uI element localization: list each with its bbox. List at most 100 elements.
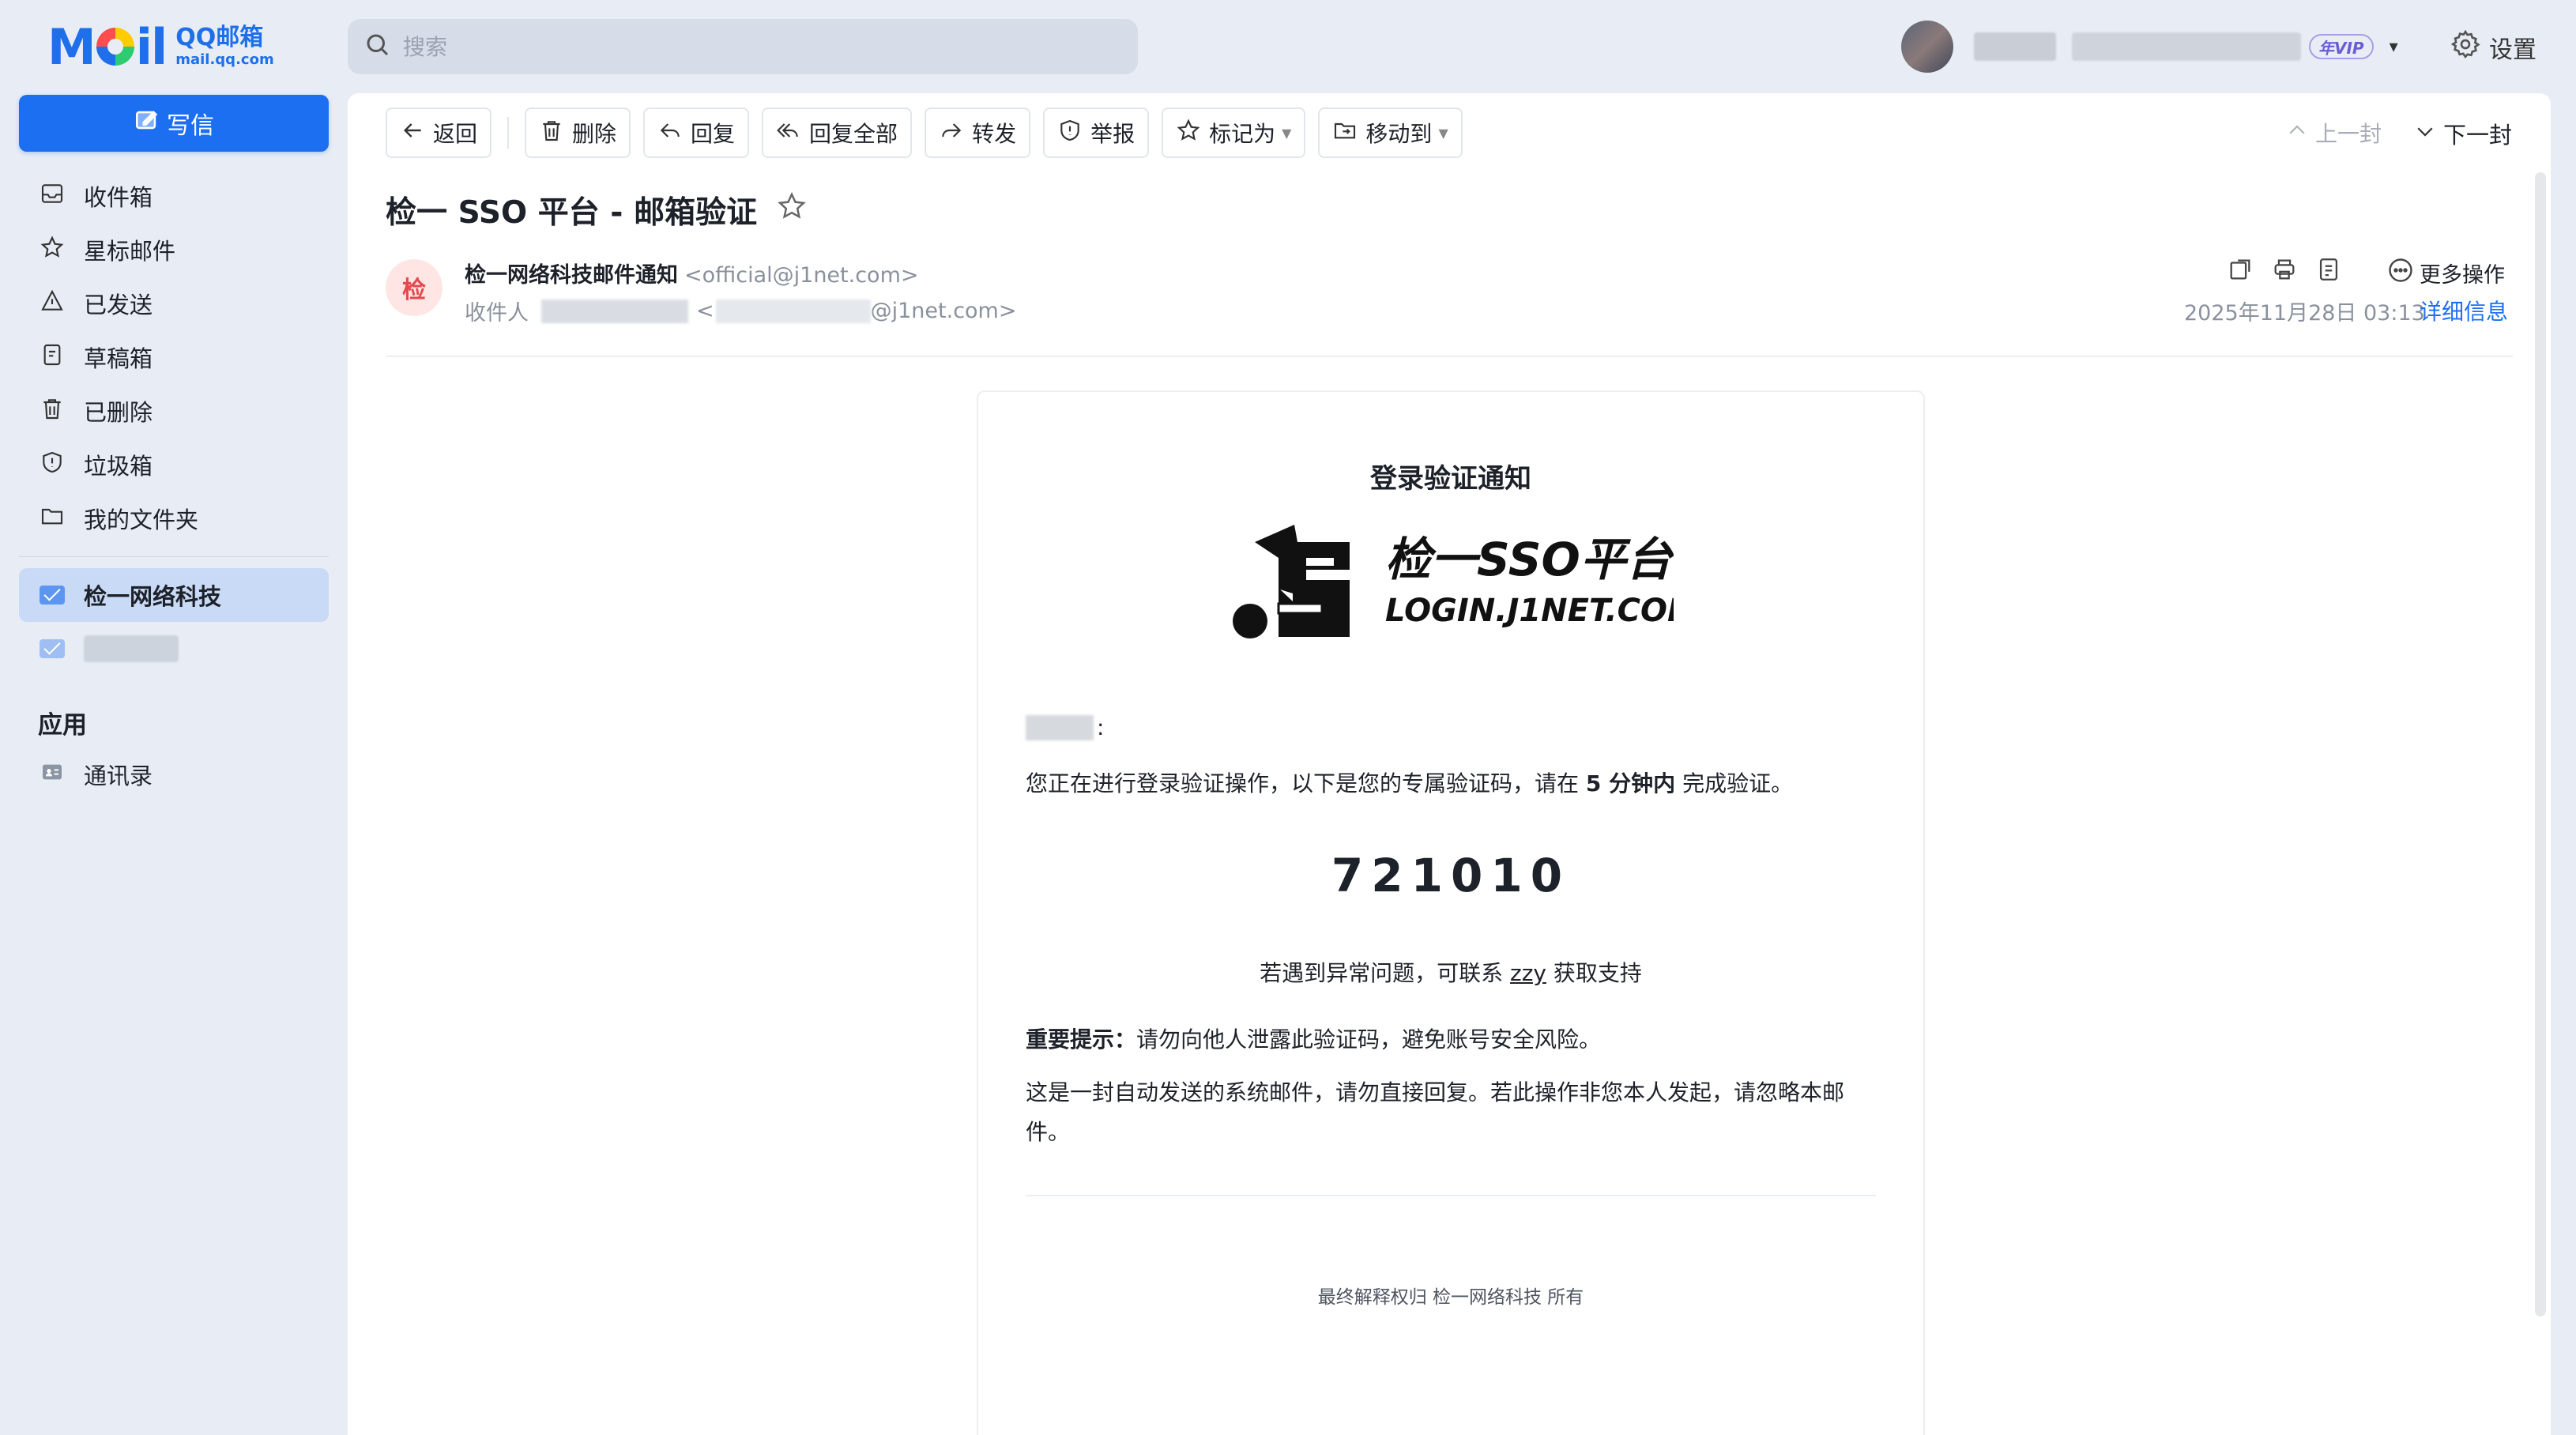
sidebar-item-contacts[interactable]: 通讯录 xyxy=(19,748,329,801)
scrollbar[interactable] xyxy=(2535,172,2546,1316)
sidebar-item-account-redacted[interactable] xyxy=(19,622,329,676)
divider xyxy=(386,356,2513,357)
report-button[interactable]: 举报 xyxy=(1043,107,1150,158)
compose-icon xyxy=(134,107,167,140)
more-actions-label: 更多操作 xyxy=(2420,263,2505,288)
chevron-down-icon xyxy=(2413,119,2443,149)
recipient-name-redacted xyxy=(541,299,688,323)
mail-toolbar: 返回 删除 回复 回复全部 转发 举报 标记为 ▼ 移动到 ▼ xyxy=(386,107,1475,158)
email-datetime: 2025年11月28日 03:13 xyxy=(2184,301,2425,326)
divider xyxy=(19,556,329,557)
contacts-icon xyxy=(40,759,84,790)
move-to-dropdown[interactable]: 移动到 ▼ xyxy=(1318,107,1463,158)
sidebar-item-label: 检一网络科技 xyxy=(84,583,222,610)
back-button[interactable]: 返回 xyxy=(386,107,492,158)
mail-account-icon xyxy=(40,639,65,658)
details-link[interactable]: 详细信息 xyxy=(2420,295,2508,326)
settings-label: 设置 xyxy=(2489,36,2536,64)
avatar[interactable] xyxy=(1901,21,1953,73)
divider xyxy=(507,117,510,149)
sidebar-item-spam[interactable]: 垃圾箱 xyxy=(19,438,329,492)
sender-info[interactable]: 检一网络科技邮件通知 <official@j1net.com> xyxy=(465,258,919,288)
more-actions-button[interactable]: 更多操作 xyxy=(2386,256,2505,290)
sidebar-item-drafts[interactable]: 草稿箱 xyxy=(19,330,329,384)
greeting: : xyxy=(1026,714,1104,740)
user-account[interactable]: 年VIP ▾ xyxy=(1901,21,2398,73)
sidebar-item-my-folders[interactable]: 我的文件夹 xyxy=(19,492,329,545)
mail-account-icon xyxy=(40,586,65,605)
mark-as-dropdown[interactable]: 标记为 ▼ xyxy=(1162,107,1306,158)
sender-email: <official@j1net.com> xyxy=(684,263,919,288)
recipient-email-redacted xyxy=(715,299,871,323)
recipient-email-domain: @j1net.com> xyxy=(870,299,1017,323)
sidebar-item-label: 已删除 xyxy=(84,399,153,426)
intro-text: 您正在进行登录验证操作，以下是您的专属验证码，请在 5 分钟内 完成验证。 xyxy=(1026,770,1794,797)
print-icon[interactable] xyxy=(2271,256,2315,286)
trash-icon xyxy=(40,396,84,427)
brand-dot xyxy=(1233,604,1267,638)
logo-mail-wordmark: Mil xyxy=(47,17,168,76)
next-mail-button[interactable]: 下一封 xyxy=(2413,117,2512,150)
compose-button[interactable]: 写信 xyxy=(19,95,329,152)
report-label: 举报 xyxy=(1090,121,1135,147)
sidebar-item-label: 草稿箱 xyxy=(84,345,153,372)
chevron-up-icon xyxy=(2285,119,2315,148)
search-bar[interactable] xyxy=(348,19,1138,74)
logo-domain: mail.qq.com xyxy=(175,51,274,68)
sidebar-item-inbox[interactable]: 收件箱 xyxy=(19,169,329,223)
user-name-redacted xyxy=(1974,32,2056,61)
sso-brand-logo: 检一SSO平台 LOGIN.J1NET.COM xyxy=(1233,525,1674,638)
back-label: 返回 xyxy=(433,121,478,147)
search-input[interactable] xyxy=(403,33,1114,60)
email-body-card: 登录验证通知 检一SSO平台 LOGIN.J1NET.COM : 您正在进行登录… xyxy=(977,390,1925,1435)
important-label: 重要提示： xyxy=(1026,1026,1137,1053)
star-toggle-icon[interactable] xyxy=(757,190,808,230)
recipient-label: 收件人 xyxy=(465,301,529,326)
search-icon xyxy=(363,31,392,62)
important-notice: 重要提示：请勿向他人泄露此验证码，避免账号安全风险。 xyxy=(1026,1026,1602,1053)
note-icon[interactable] xyxy=(2315,256,2359,286)
star-icon xyxy=(1176,118,1209,149)
folder-move-icon xyxy=(1332,118,1365,149)
sidebar-item-deleted[interactable]: 已删除 xyxy=(19,384,329,438)
reply-button[interactable]: 回复 xyxy=(643,107,750,158)
recipient-info: 收件人 < @j1net.com> xyxy=(465,296,1017,326)
draft-icon xyxy=(40,342,84,373)
arrow-left-icon xyxy=(400,118,433,149)
sidebar-item-starred[interactable]: 星标邮件 xyxy=(19,223,329,277)
support-contact-link[interactable]: zzy xyxy=(1510,960,1546,986)
delete-button[interactable]: 删除 xyxy=(525,107,631,158)
sidebar-item-account-j1net[interactable]: 检一网络科技 xyxy=(19,568,329,622)
support-text: 若遇到异常问题，可联系 zzy 获取支持 xyxy=(1260,960,1642,986)
next-label: 下一封 xyxy=(2443,122,2513,149)
email-subject: 检一 SSO 平台 - 邮箱验证 xyxy=(386,188,808,232)
logo-brand: QQ邮箱 xyxy=(175,24,264,51)
chevron-down-icon[interactable]: ▾ xyxy=(2390,37,2398,57)
previous-label: 上一封 xyxy=(2315,121,2382,147)
reply-all-button[interactable]: 回复全部 xyxy=(762,107,913,158)
open-new-window-icon[interactable] xyxy=(2227,256,2271,286)
sidebar-item-label: 已发送 xyxy=(84,292,153,318)
sidebar-item-sent[interactable]: 已发送 xyxy=(19,277,329,330)
previous-mail-button[interactable]: 上一封 xyxy=(2285,117,2382,149)
settings-button[interactable]: 设置 xyxy=(2450,28,2536,66)
sidebar-item-label: 星标邮件 xyxy=(84,238,176,265)
sidebar-item-label: 我的文件夹 xyxy=(84,507,199,533)
sender-name[interactable]: 检一网络科技邮件通知 xyxy=(465,263,678,288)
recipient-name-redacted xyxy=(1026,714,1094,740)
apps-section-title: 应用 xyxy=(38,711,87,740)
reply-icon xyxy=(657,118,691,149)
folder-icon xyxy=(40,503,84,534)
compose-label: 写信 xyxy=(167,112,214,140)
sidebar-item-label: 通讯录 xyxy=(84,763,153,789)
account-name-redacted xyxy=(84,635,179,662)
trash-icon xyxy=(539,118,572,149)
qq-mail-logo[interactable]: Mil QQ邮箱 mail.qq.com xyxy=(47,17,274,76)
mark-as-label: 标记为 xyxy=(1209,121,1276,147)
forward-button[interactable]: 转发 xyxy=(925,107,1031,158)
vip-badge[interactable]: 年VIP xyxy=(2309,34,2374,59)
sender-avatar[interactable]: 检 xyxy=(386,259,443,316)
brand-domain: LOGIN.J1NET.COM xyxy=(1385,593,1674,629)
spam-shield-icon xyxy=(40,450,84,480)
folder-list: 收件箱 星标邮件 已发送 草稿箱 已删除 垃圾箱 我的文件夹 检一网络科技 xyxy=(19,169,329,676)
